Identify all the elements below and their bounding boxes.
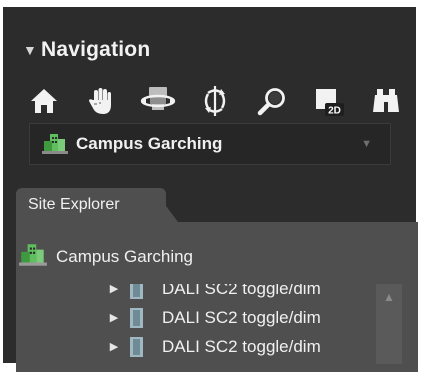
binoculars-button[interactable] <box>367 82 405 120</box>
list-item-label: DALI SC2 toggle/dim <box>162 284 321 298</box>
site-select-value: Campus Garching <box>76 134 223 153</box>
view-2d-badge: 2D <box>328 106 341 117</box>
list-item-label: DALI SC2 toggle/dim <box>162 336 321 356</box>
expand-arrow-icon[interactable]: ▶ <box>100 340 128 353</box>
home-icon <box>31 89 57 113</box>
view-2d-icon: 2D <box>316 89 344 117</box>
view-2d-button[interactable]: 2D <box>310 82 348 120</box>
expand-arrow-icon[interactable]: ▶ <box>100 311 128 324</box>
building-icon <box>40 129 70 159</box>
list-item[interactable]: ▶ DALI SC2 toggle/dim <box>100 332 321 361</box>
hand-pan-icon <box>89 88 111 114</box>
navigation-title: Navigation <box>41 38 151 61</box>
scroll-up-icon[interactable]: ▲ <box>376 284 402 310</box>
navigation-toolbar: 2D <box>25 79 405 123</box>
rotate-icon <box>204 86 226 116</box>
list-item[interactable]: ▶ DALI SC2 toggle/dim <box>100 284 321 303</box>
zoom-icon <box>257 88 285 116</box>
navigation-header[interactable]: ▼ Navigation <box>23 35 150 65</box>
binoculars-icon <box>373 89 399 112</box>
device-icon <box>128 284 150 301</box>
tab-site-explorer-label: Site Explorer <box>28 196 120 213</box>
device-icon <box>128 335 150 359</box>
zoom-button[interactable] <box>253 82 291 120</box>
device-icon <box>128 306 150 330</box>
tree-list-viewport: ▶ DALI SC2 toggle/dim ▶ DALI SC2 toggle/… <box>100 284 370 364</box>
tree-root-item[interactable]: Campus Garching <box>18 240 193 274</box>
orbit-icon <box>140 87 176 110</box>
tree-root-label: Campus Garching <box>56 247 194 266</box>
list-item-label: DALI SC2 toggle/dim <box>162 307 321 327</box>
pan-button[interactable] <box>82 82 120 120</box>
building-icon <box>18 241 48 274</box>
collapse-triangle-icon[interactable]: ▼ <box>23 42 41 58</box>
expand-arrow-icon[interactable]: ▶ <box>100 284 128 295</box>
tab-site-explorer[interactable]: Site Explorer <box>16 188 166 222</box>
site-select[interactable]: Campus Garching ▼ <box>29 123 391 165</box>
rotate-button[interactable] <box>196 82 234 120</box>
orbit-button[interactable] <box>139 82 177 120</box>
home-button[interactable] <box>25 82 63 120</box>
list-item[interactable]: ▶ DALI SC2 toggle/dim <box>100 303 321 332</box>
dropdown-caret-icon[interactable]: ▼ <box>361 138 372 150</box>
tree-scrollbar[interactable]: ▲ <box>376 284 402 364</box>
tree-list: ▶ DALI SC2 toggle/dim ▶ DALI SC2 toggle/… <box>100 284 321 361</box>
